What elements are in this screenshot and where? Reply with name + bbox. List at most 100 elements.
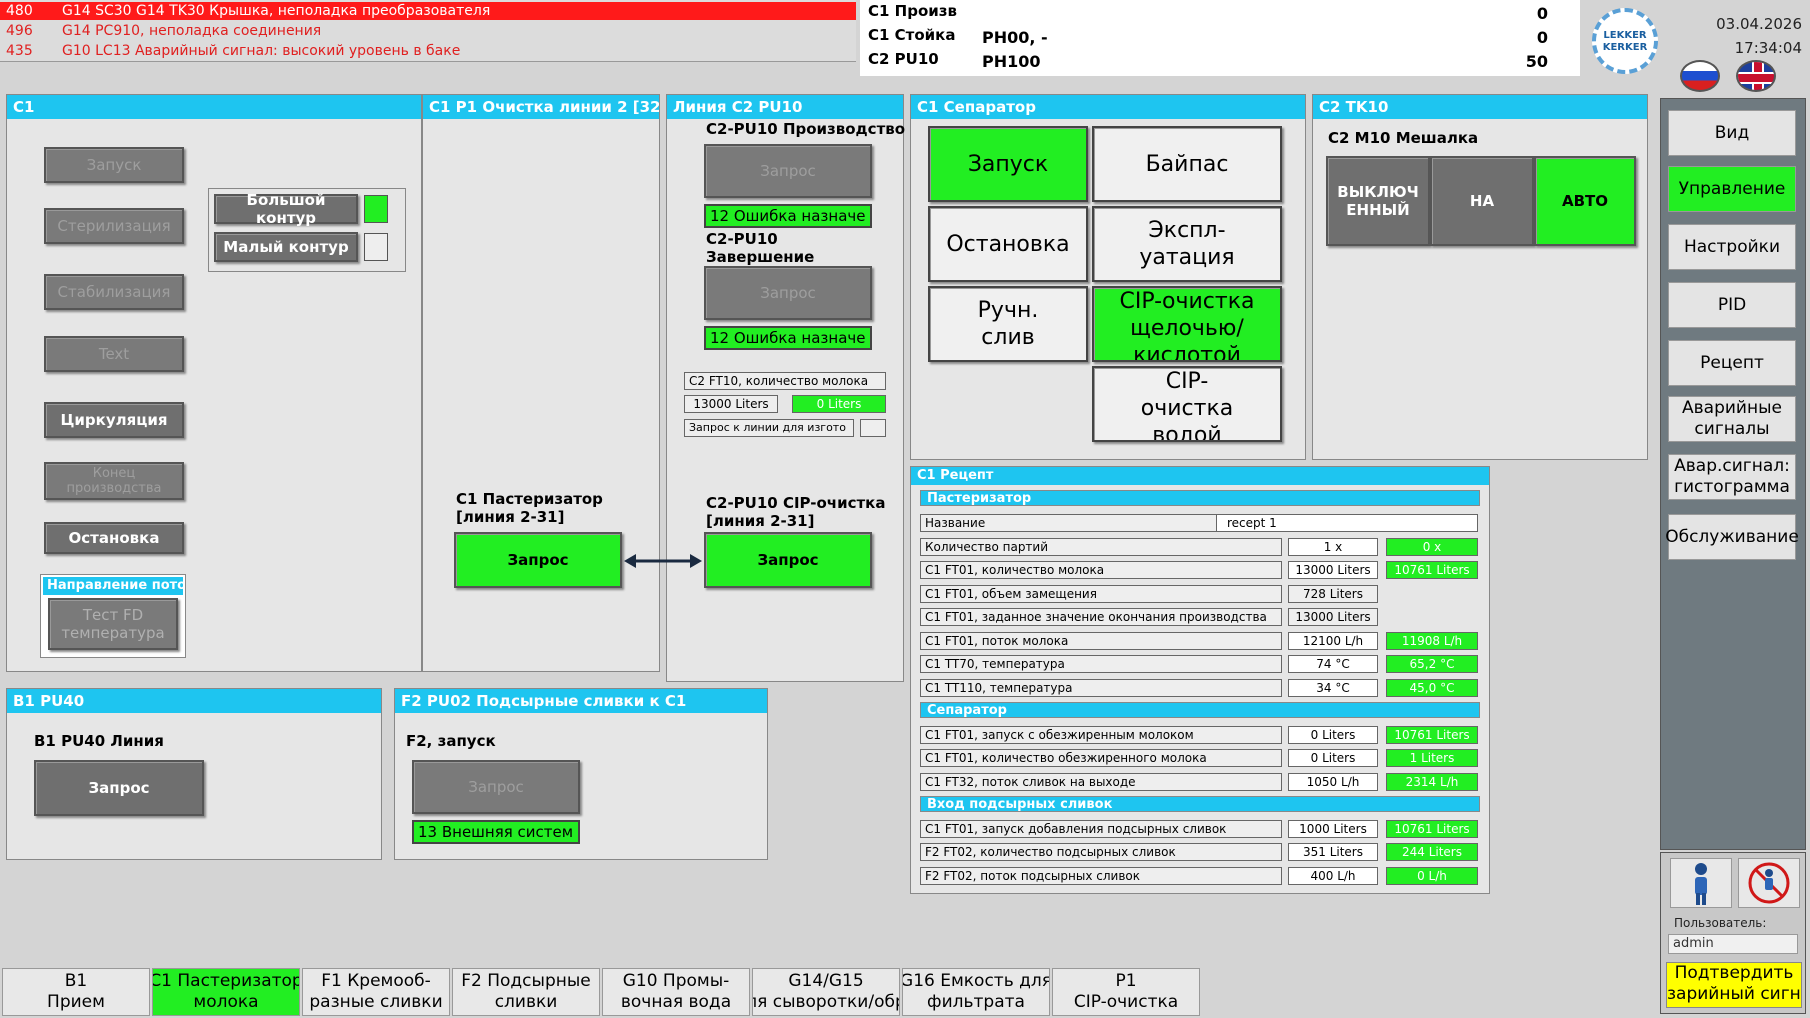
recipe-setpoint[interactable]: 74 °C	[1288, 655, 1378, 673]
separator-start-button[interactable]: Запуск	[928, 126, 1088, 202]
sidebar-item-settings[interactable]: Настройки	[1668, 224, 1796, 270]
user-field: admin	[1668, 934, 1798, 954]
sidebar-item-alarm-histogram[interactable]: Авар.сигнал: гистограмма	[1668, 454, 1796, 500]
small-contour-indicator	[364, 233, 388, 261]
stabilization-button[interactable]: Стабилизация	[44, 274, 184, 310]
date-text: 03.04.2026	[1716, 15, 1802, 33]
panel-title: C1	[7, 95, 421, 119]
recipe-section-title: Сепаратор	[920, 702, 1480, 718]
login-button[interactable]	[1670, 858, 1732, 908]
test-fd-temperature-button[interactable]: Тест FD температура	[48, 598, 178, 650]
separator-stop-button[interactable]: Остановка	[928, 206, 1088, 282]
info-row: C1 Произв 0	[868, 2, 1568, 26]
recipe-setpoint[interactable]: 1050 L/h	[1288, 773, 1378, 791]
logout-button[interactable]	[1738, 858, 1800, 908]
recipe-setpoint[interactable]: 1 x	[1288, 538, 1378, 556]
big-contour-button[interactable]: Большой контур	[214, 191, 358, 227]
bypass-button[interactable]: Байпас	[1092, 126, 1282, 202]
recipe-setpoint[interactable]: 12100 L/h	[1288, 632, 1378, 650]
recipe-section-title: Пастеризатор	[920, 490, 1480, 506]
start-button[interactable]: Запуск	[44, 147, 184, 183]
sidebar-item-maintenance[interactable]: Обслуживание	[1665, 514, 1799, 560]
stop-button[interactable]: Остановка	[44, 522, 184, 554]
alarm-text: G10 LC13 Аварийный сигнал: высокий урове…	[62, 43, 461, 59]
sidebar-item-alarms[interactable]: Аварийные сигналы	[1668, 396, 1796, 442]
f2-start-label: F2, запуск	[406, 732, 496, 750]
nav-g16-filtrate-tank[interactable]: G16 Емкость для фильтрата	[902, 968, 1050, 1016]
f2-status: 13 Внешняя систем	[412, 820, 580, 844]
alarm-code: 480	[6, 3, 33, 19]
recipe-setpoint[interactable]: 400 L/h	[1288, 867, 1378, 885]
nav-f1-cream[interactable]: F1 Кремооб- разные сливки	[302, 968, 450, 1016]
recipe-actual: 0 L/h	[1386, 867, 1478, 885]
datetime: 03.04.2026 17:34:04	[1680, 12, 1802, 60]
recipe-setpoint[interactable]: 13000 Liters	[1288, 561, 1378, 579]
info-label: C1 Произв	[868, 2, 957, 20]
recipe-actual: 11908 L/h	[1386, 632, 1478, 650]
panel-title: B1 PU40	[7, 689, 381, 713]
b1-request-button[interactable]: Запрос	[34, 760, 204, 816]
panel-tk10: C2 TK10	[1312, 94, 1648, 460]
recipe-section-title: Вход подсырных сливок	[920, 796, 1480, 812]
confirm-alarm-button[interactable]: Подтвердить зарийный сигна	[1666, 962, 1802, 1008]
recipe-actual: 45,0 °C	[1386, 679, 1478, 697]
recipe-setpoint[interactable]: 0 Liters	[1288, 726, 1378, 744]
big-contour-indicator	[364, 195, 388, 223]
recipe-setpoint[interactable]: 34 °C	[1288, 679, 1378, 697]
info-label: C2 PU10	[868, 50, 939, 68]
sidebar-item-recipe[interactable]: Рецепт	[1668, 340, 1796, 386]
small-contour-button[interactable]: Малый контур	[214, 232, 358, 262]
pasteurizer-request-button[interactable]: Запрос	[454, 532, 622, 588]
nav-g14-g15[interactable]: G14/G15 ля сыворотки/обр	[752, 968, 900, 1016]
end-production-label: C2-PU10 Завершение производства	[706, 230, 815, 266]
alarm-row[interactable]: 480 G14 SC30 G14 TK30 Крышка, неполадка …	[0, 2, 856, 20]
panel-title: Линия C2 PU10	[667, 95, 903, 119]
recipe-setpoint[interactable]: 1000 Liters	[1288, 820, 1378, 838]
alarm-row[interactable]: 496 G14 PC910, неполадка соединения	[0, 22, 856, 40]
circulation-button[interactable]: Циркуляция	[44, 402, 184, 438]
sterilization-button[interactable]: Стерилизация	[44, 208, 184, 244]
cip-request-button[interactable]: Запрос	[704, 532, 872, 588]
alarm-list[interactable]: 480 G14 SC30 G14 TK30 Крышка, неполадка …	[0, 0, 856, 62]
recipe-name-field[interactable]: recept 1	[1216, 514, 1478, 532]
recipe-row-label: C1 FT01, поток молока	[920, 632, 1282, 650]
recipe-setpoint: 13000 Liters	[1288, 608, 1378, 626]
nav-p1-cip[interactable]: P1 CIP-очистка	[1052, 968, 1200, 1016]
russian-flag-icon[interactable]	[1680, 60, 1720, 92]
mixer-on-button[interactable]: НА	[1430, 156, 1534, 246]
mixer-auto-button[interactable]: АВТО	[1534, 156, 1636, 246]
sidebar-item-control[interactable]: Управление	[1668, 166, 1796, 212]
manual-drain-button[interactable]: Ручн. слив	[928, 286, 1088, 362]
nav-c1-pasteurizer[interactable]: C1 Пастеризатор молока	[152, 968, 300, 1016]
exploitation-button[interactable]: Экспл- уатация	[1092, 206, 1282, 282]
end-production-request-button[interactable]: Запрос	[704, 266, 872, 320]
recipe-row-label: C1 FT01, заданное значение окончания про…	[920, 608, 1282, 626]
time-text: 17:34:04	[1734, 39, 1802, 57]
cip-water-button[interactable]: CIP- очистка водой	[1092, 366, 1282, 442]
info-row: C1 Стойка PH00, - 0	[868, 26, 1568, 50]
text-button[interactable]: Text	[44, 336, 184, 372]
info-row: C2 PU10 PH100 50	[868, 50, 1568, 74]
end-production-button[interactable]: Конец производства	[44, 462, 184, 500]
nav-b1-intake[interactable]: B1 Прием	[2, 968, 150, 1016]
ft10-label: C2 FT10, количество молока	[684, 372, 886, 390]
alarm-row[interactable]: 435 G10 LC13 Аварийный сигнал: высокий у…	[0, 42, 856, 60]
sidebar-item-pid[interactable]: PID	[1668, 282, 1796, 328]
recipe-setpoint[interactable]: 351 Liters	[1288, 843, 1378, 861]
production-request-button[interactable]: Запрос	[704, 144, 872, 198]
status-info-panel: C1 Произв 0 C1 Стойка PH00, - 0 C2 PU10 …	[860, 0, 1580, 76]
nav-g10-rinse-water[interactable]: G10 Промы- вочная вода	[602, 968, 750, 1016]
info-value: PH100	[982, 52, 1041, 71]
recipe-setpoint[interactable]: 0 Liters	[1288, 749, 1378, 767]
nav-f2-whey-cream[interactable]: F2 Подсырные сливки	[452, 968, 600, 1016]
cip-alkali-button[interactable]: CIP-очистка щелочью/ кислотой	[1092, 286, 1282, 362]
line-request-label: Запрос к линии для изгото	[684, 419, 854, 437]
user-label: Пользователь:	[1674, 916, 1767, 930]
sidebar-item-view[interactable]: Вид	[1668, 110, 1796, 156]
mixer-off-button[interactable]: ВЫКЛЮЧ ЕННЫЙ	[1326, 156, 1430, 246]
f2-request-button[interactable]: Запрос	[412, 760, 580, 814]
cip-label: C2-PU10 CIP-очистка [линия 2-31]	[706, 494, 886, 530]
mixer-label: C2 M10 Мешалка	[1328, 129, 1479, 147]
uk-flag-icon[interactable]	[1736, 60, 1776, 92]
info-value: PH00, -	[982, 28, 1048, 47]
